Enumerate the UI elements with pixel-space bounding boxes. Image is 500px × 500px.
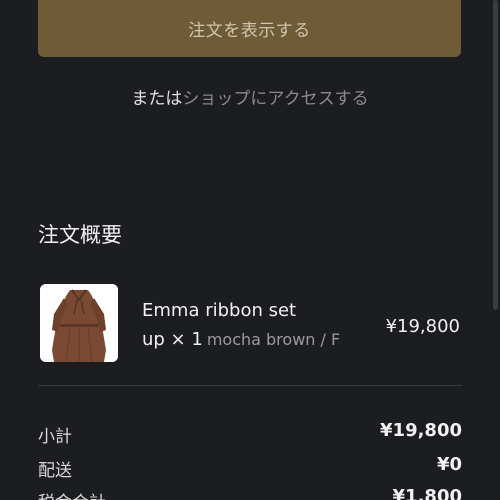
scrollbar[interactable]	[493, 0, 498, 310]
product-variant: mocha brown / F	[206, 330, 341, 349]
shop-access-line: またはショップにアクセスする	[0, 84, 500, 109]
product-quantity: up × 1	[142, 329, 203, 350]
summary-divider	[38, 385, 462, 386]
dress-icon	[40, 284, 118, 362]
product-price: ¥19,800	[385, 316, 460, 337]
order-status-page: 注文を表示する またはショップにアクセスする 注文概要 Emma ribbon …	[0, 0, 500, 500]
subtotal-value: ¥19,800	[380, 420, 462, 441]
product-thumbnail	[40, 284, 118, 362]
order-summary-title: 注文概要	[38, 223, 122, 247]
product-name: Emma ribbon set	[142, 300, 297, 321]
shipping-label: 配送	[38, 461, 72, 481]
view-order-label: 注文を表示する	[188, 21, 311, 41]
product-meta: up × 1 mocha brown / F	[142, 329, 340, 350]
shipping-value: ¥0	[436, 454, 462, 475]
shop-access-link[interactable]: ショップにアクセスする	[182, 89, 368, 109]
subtotal-label: 小計	[38, 427, 72, 447]
view-order-button[interactable]: 注文を表示する	[38, 0, 461, 57]
or-text: または	[131, 89, 183, 109]
tax-total-label: 税金合計	[38, 488, 106, 500]
tax-total-value: ¥1,800	[392, 486, 462, 500]
